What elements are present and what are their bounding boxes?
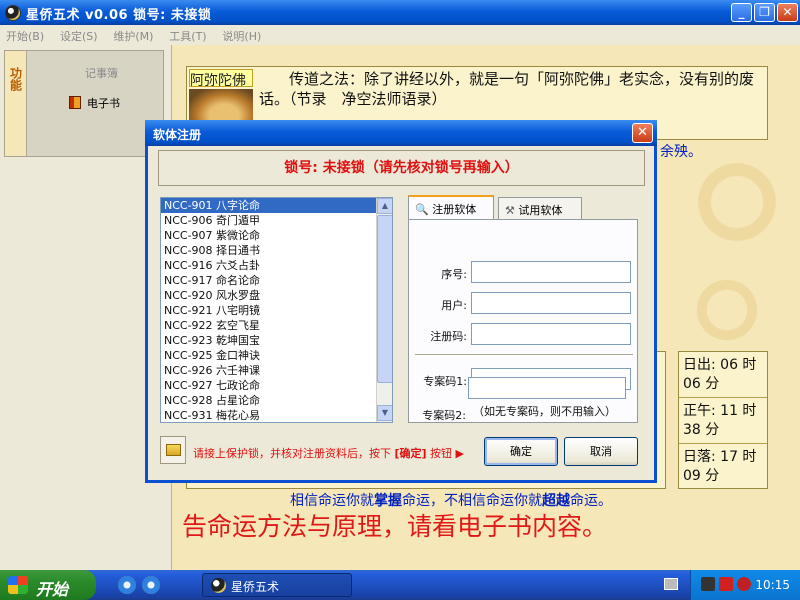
tab-register-label: 注册软体 — [432, 203, 477, 216]
window-title: 星侨五术 v0.06 锁号: 未接锁 — [26, 8, 212, 23]
noon-time: 正午: 11 时 38 分 — [679, 398, 767, 444]
list-item[interactable]: NCC-920 风水罗盘 — [161, 288, 392, 303]
cancel-button[interactable]: 取消 — [564, 437, 638, 466]
windows-flag-icon — [8, 576, 28, 594]
lock-status: 锁号: 未接锁（请先核对锁号再输入） — [158, 150, 645, 186]
network-icon[interactable] — [701, 577, 715, 591]
list-item[interactable]: NCC-925 金口神诀 — [161, 348, 392, 363]
app-taiji-icon — [211, 578, 226, 593]
registration-dialog: 软体注册 ✕ 锁号: 未接锁（请先核对锁号再输入） NCC-901 八字论命 N… — [145, 120, 657, 483]
menu-settings[interactable]: 设定(S) — [54, 25, 104, 44]
reg-code-input[interactable] — [471, 323, 631, 345]
bottom-msg-bold: [确定] — [394, 447, 427, 460]
menu-start[interactable]: 开始(B) — [0, 25, 50, 44]
start-label: 开始 — [36, 580, 69, 599]
list-item[interactable]: NCC-916 六爻占卦 — [161, 258, 392, 273]
function-tab-label: 功能 — [8, 67, 23, 91]
list-item[interactable]: NCC-927 七政论命 — [161, 378, 392, 393]
app-taiji-icon — [5, 5, 21, 21]
quote-name: 阿弥陀佛 — [189, 69, 253, 89]
ie-icon[interactable] — [118, 576, 136, 594]
ok-button[interactable]: 确定 — [484, 437, 558, 466]
case-code-1-label: 专案码1: — [423, 375, 467, 388]
maximize-button[interactable]: ❐ — [754, 3, 775, 22]
serial-label: 序号: — [441, 268, 467, 281]
menu-help[interactable]: 说明(H) — [216, 25, 267, 44]
dialog-title: 软体注册 — [153, 128, 202, 142]
list-item[interactable]: NCC-931 梅花心易 — [161, 408, 392, 422]
taskbar: 开始 星侨五术 10:15 — [0, 570, 800, 600]
keyboard-icon[interactable] — [664, 578, 678, 590]
window-titlebar[interactable]: 星侨五术 v0.06 锁号: 未接锁 _ ❐ ✕ — [0, 0, 800, 25]
scroll-down-icon[interactable]: ▼ — [377, 405, 392, 421]
serial-input[interactable] — [471, 261, 631, 283]
menu-bar: 开始(B) 设定(S) 维护(M) 工具(T) 说明(H) — [0, 25, 800, 45]
minimize-button[interactable]: _ — [731, 3, 752, 22]
taskbar-app-button[interactable]: 星侨五术 — [202, 573, 352, 597]
software-listbox[interactable]: NCC-901 八字论命 NCC-906 奇门遁甲 NCC-907 紫微论命 N… — [160, 197, 393, 423]
quote-text: 传道之法：除了讲经以外，就是一句「阿弥陀佛」老实念，没有别的废话。（节录 净空法… — [259, 70, 755, 108]
list-item[interactable]: NCC-906 奇门遁甲 — [161, 213, 392, 228]
list-item[interactable]: NCC-922 玄空飞星 — [161, 318, 392, 333]
list-item[interactable]: NCC-917 命名论命 — [161, 273, 392, 288]
bottom-msg-pre: 请接上保护锁，并核对注册资料后，按下 — [193, 447, 395, 460]
key-icon: 🔍 — [415, 203, 429, 216]
ebook-label: 电子书 — [87, 97, 120, 110]
list-item[interactable]: NCC-908 择日通书 — [161, 243, 392, 258]
tab-register[interactable]: 🔍 注册软体 — [408, 195, 494, 219]
list-item[interactable]: NCC-907 紫微论命 — [161, 228, 392, 243]
sunrise-time: 日出: 06 时 06 分 — [679, 352, 767, 398]
folder-arrow-icon[interactable]: ➜ — [160, 436, 186, 464]
bottom-msg-post: 按钮 ▶ — [426, 447, 465, 460]
scroll-text-tail: 余殃。 — [660, 144, 702, 160]
case-code-hint: （如无专案码，则不用输入） — [473, 405, 616, 418]
tray-app-icon[interactable] — [719, 577, 733, 591]
taskbar-app-label: 星侨五术 — [231, 580, 280, 594]
list-scrollbar[interactable]: ▲ ▼ — [376, 198, 392, 422]
clock[interactable]: 10:15 — [755, 578, 790, 592]
divider — [415, 354, 633, 356]
sunset-time: 日落: 17 时 09 分 — [683, 449, 757, 484]
function-box: 功能 记事簿 电子书 — [4, 50, 164, 157]
security-shield-icon[interactable] — [737, 577, 751, 591]
menu-maintenance[interactable]: 维护(M) — [107, 25, 159, 44]
tab-trial-label: 试用软体 — [518, 204, 563, 217]
tab-trial[interactable]: ⚒ 试用软体 — [498, 197, 582, 219]
taiji-watermark-icon — [692, 275, 762, 345]
scroll-up-icon[interactable]: ▲ — [377, 198, 392, 214]
menu-tools[interactable]: 工具(T) — [163, 25, 212, 44]
list-item[interactable]: NCC-923 乾坤国宝 — [161, 333, 392, 348]
scroll-thumb[interactable] — [377, 215, 392, 383]
list-item[interactable]: NCC-928 占星论命 — [161, 393, 392, 408]
reg-code-label: 注册码: — [430, 330, 467, 343]
start-button[interactable]: 开始 — [0, 570, 96, 600]
function-tab[interactable]: 功能 — [5, 51, 27, 156]
list-item[interactable]: NCC-926 六壬神课 — [161, 363, 392, 378]
bottom-instruction: 请接上保护锁，并核对注册资料后，按下 [确定] 按钮 ▶ — [193, 445, 464, 461]
user-input[interactable] — [471, 292, 631, 314]
system-tray: 10:15 — [690, 570, 800, 600]
ebook-item[interactable]: 电子书 — [69, 95, 120, 111]
list-item[interactable]: NCC-901 八字论命 — [161, 198, 392, 213]
book-icon — [69, 96, 81, 109]
hammer-icon: ⚒ — [505, 204, 515, 217]
notebook-item[interactable]: 记事簿 — [85, 65, 118, 81]
dialog-close-button[interactable]: ✕ — [632, 123, 653, 143]
dialog-titlebar[interactable]: 软体注册 ✕ — [145, 120, 657, 146]
case-code-2-label: 专案码2: — [422, 409, 466, 422]
list-item[interactable]: NCC-921 八宅明镜 — [161, 303, 392, 318]
case-code-2-input[interactable] — [468, 377, 626, 399]
user-label: 用户: — [441, 299, 467, 312]
close-button[interactable]: ✕ — [777, 3, 798, 22]
sun-times-box: 日出: 06 时 06 分 正午: 11 时 38 分 日落: 17 时 09 … — [678, 351, 768, 489]
browser-icon[interactable] — [142, 576, 160, 594]
taiji-watermark-icon — [692, 157, 782, 247]
ebook-promo-text: 告命运方法与原理，请看电子书内容。 — [182, 512, 608, 541]
